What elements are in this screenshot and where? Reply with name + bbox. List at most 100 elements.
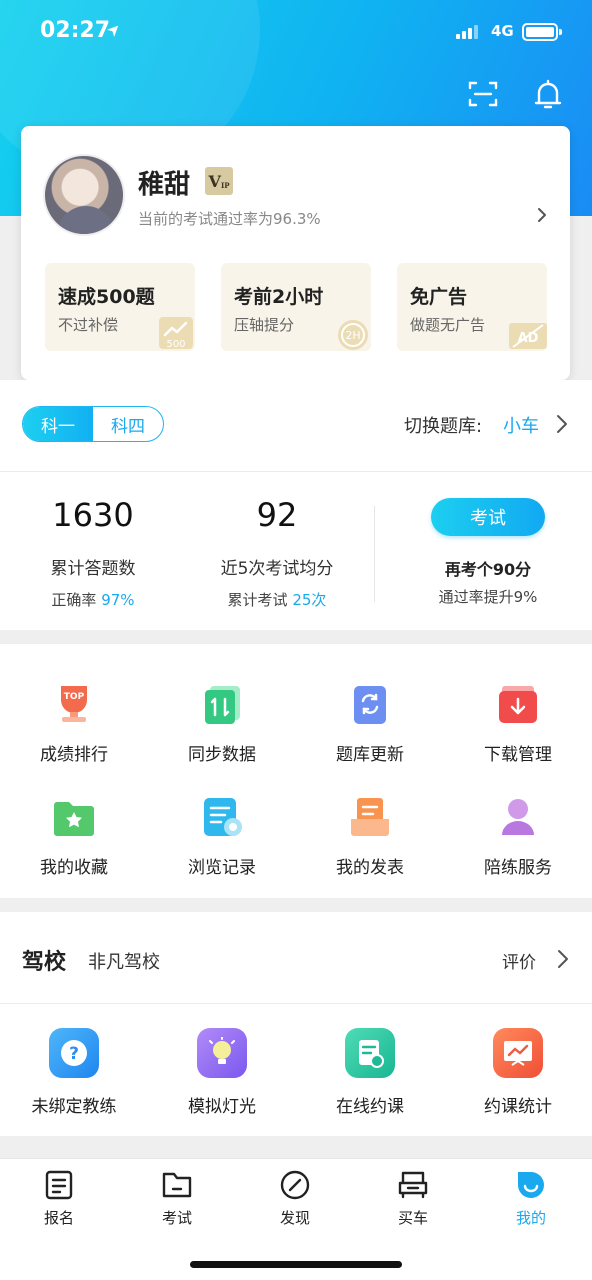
scan-button[interactable] <box>465 76 501 112</box>
subject-row: 科一 科四 切换题库: 小车 <box>0 380 592 472</box>
svg-text:AD: AD <box>518 331 539 346</box>
compass-icon <box>280 1170 310 1200</box>
school-item-label: 模拟灯光 <box>188 1097 256 1117</box>
star-folder-icon <box>54 802 94 836</box>
chevron-right-icon[interactable] <box>536 205 548 225</box>
stat-average-score[interactable]: 92 近5次考试均分 累计考试 25次 <box>187 496 367 610</box>
svg-text:?: ? <box>69 1044 79 1064</box>
vip-badge: V IP <box>205 167 233 195</box>
feature-label: 我的发表 <box>336 858 404 878</box>
tab-buy-car[interactable]: 买车 <box>354 1169 472 1233</box>
school-item-label: 未绑定教练 <box>31 1097 117 1117</box>
school-item-label: 约课统计 <box>484 1097 552 1117</box>
feature-sync[interactable]: 同步数据 <box>148 644 296 765</box>
school-name[interactable]: 非凡驾校 <box>88 948 160 974</box>
battery-icon <box>522 23 562 41</box>
signal-icon <box>456 25 482 39</box>
trophy-icon: TOP <box>61 686 87 722</box>
feature-favorites[interactable]: 我的收藏 <box>0 757 148 878</box>
school-item-booking-stats[interactable]: 约课统计 <box>444 1004 592 1136</box>
school-item-online-booking[interactable]: 在线约课 <box>296 1004 444 1136</box>
section-title: 驾校 <box>22 950 67 975</box>
home-indicator <box>190 1261 402 1268</box>
coach-icon <box>502 799 534 835</box>
school-item-label: 在线约课 <box>336 1097 404 1117</box>
network-type: 4G <box>491 22 514 40</box>
tab-label: 发现 <box>279 1209 310 1227</box>
download-icon <box>499 686 537 723</box>
school-item-unbound-coach[interactable]: ? 未绑定教练 <box>0 1004 148 1136</box>
svg-text:500: 500 <box>166 339 185 350</box>
no-ad-badge-icon: AD <box>509 323 547 349</box>
schedule-icon <box>345 1028 395 1078</box>
user-name: 稚甜 <box>138 170 191 200</box>
promo-fast-500[interactable]: 速成500题 不过补偿 500 <box>45 263 195 351</box>
rate-link[interactable]: 评价 <box>502 948 536 973</box>
pass-rate-text: 当前的考试通过率为96.3% <box>138 210 321 228</box>
svg-text:2H: 2H <box>345 329 360 342</box>
tab-signup[interactable]: 报名 <box>0 1169 118 1233</box>
tab-exam[interactable]: 考试 <box>118 1169 236 1233</box>
switch-bank-label[interactable]: 切换题库: <box>404 412 482 438</box>
clock-badge-icon: 2H <box>338 320 368 350</box>
feature-history[interactable]: 浏览记录 <box>148 757 296 878</box>
svg-text:TOP: TOP <box>64 692 85 702</box>
history-icon <box>204 798 242 836</box>
average-score-label: 近5次考试均分 <box>220 559 334 579</box>
promo-2-hours[interactable]: 考前2小时 压轴提分 2H <box>221 263 371 351</box>
promo-title: 速成500题 <box>58 286 155 308</box>
tab-label: 考试 <box>161 1209 192 1227</box>
exam-folder-icon <box>162 1172 192 1198</box>
feature-download[interactable]: 下载管理 <box>444 644 592 765</box>
promo-subtitle: 不过补偿 <box>58 316 119 334</box>
tab-profile[interactable]: 我的 <box>472 1169 590 1233</box>
scan-icon <box>468 81 498 107</box>
notification-button[interactable] <box>530 76 566 112</box>
status-time: 02:27 <box>40 18 111 43</box>
avatar[interactable] <box>43 154 125 236</box>
switch-bank-value[interactable]: 小车 <box>503 412 539 438</box>
exam-button[interactable]: 考试 <box>431 498 545 536</box>
posts-icon <box>351 798 389 836</box>
subject-segmented-control[interactable]: 科一 科四 <box>22 406 164 442</box>
promo-title: 考前2小时 <box>234 286 324 308</box>
stats-panel: 1630 累计答题数 正确率 97% 92 近5次考试均分 累计考试 25次 考… <box>0 472 592 630</box>
promo-no-ads[interactable]: 免广告 做题无广告 AD <box>397 263 547 351</box>
total-answered-value: 1630 <box>52 496 134 534</box>
sync-icon <box>205 686 240 724</box>
bell-icon <box>534 79 562 109</box>
tab-subject-1[interactable]: 科一 <box>23 407 93 441</box>
divider <box>374 506 375 602</box>
tab-discover[interactable]: 发现 <box>236 1169 354 1233</box>
promo-title: 免广告 <box>410 286 468 308</box>
chart-badge-icon: 500 <box>159 317 193 350</box>
profile-icon <box>518 1172 544 1198</box>
feature-label: 我的收藏 <box>40 858 108 878</box>
status-bar: 02:27 ➤ 4G <box>0 0 592 64</box>
feature-bank-update[interactable]: 题库更新 <box>296 644 444 765</box>
chevron-right-icon[interactable] <box>555 413 569 435</box>
chart-icon <box>493 1028 543 1078</box>
feature-ranking[interactable]: TOP 成绩排行 <box>0 644 148 765</box>
retake-text: 再考个90分 <box>444 560 532 579</box>
car-icon <box>398 1171 428 1199</box>
signup-icon <box>45 1170 73 1200</box>
feature-coach-service[interactable]: 陪练服务 <box>444 757 592 878</box>
refresh-icon <box>354 686 386 724</box>
feature-grid: TOP 成绩排行 同步数据 题库更新 下载管理 我的收藏 浏览记录 我的发表 陪… <box>0 644 592 898</box>
feature-label: 陪练服务 <box>484 858 552 878</box>
profile-card[interactable]: 稚甜 V IP 当前的考试通过率为96.3% 速成500题 不过补偿 500 考前… <box>21 126 570 380</box>
stat-total-answered[interactable]: 1630 累计答题数 正确率 97% <box>3 496 183 610</box>
chevron-right-icon[interactable] <box>556 948 570 970</box>
feature-label: 浏览记录 <box>188 858 256 878</box>
boost-text: 通过率提升9% <box>438 588 538 606</box>
average-score-value: 92 <box>256 496 298 534</box>
promo-subtitle: 做题无广告 <box>410 316 486 334</box>
tab-subject-4[interactable]: 科四 <box>93 407 163 441</box>
tab-label: 我的 <box>515 1209 546 1227</box>
tab-label: 买车 <box>397 1209 428 1227</box>
school-item-simulate-lights[interactable]: 模拟灯光 <box>148 1004 296 1136</box>
total-answered-label: 累计答题数 <box>50 559 136 579</box>
accuracy-text: 正确率 97% <box>51 591 135 609</box>
feature-my-posts[interactable]: 我的发表 <box>296 757 444 878</box>
